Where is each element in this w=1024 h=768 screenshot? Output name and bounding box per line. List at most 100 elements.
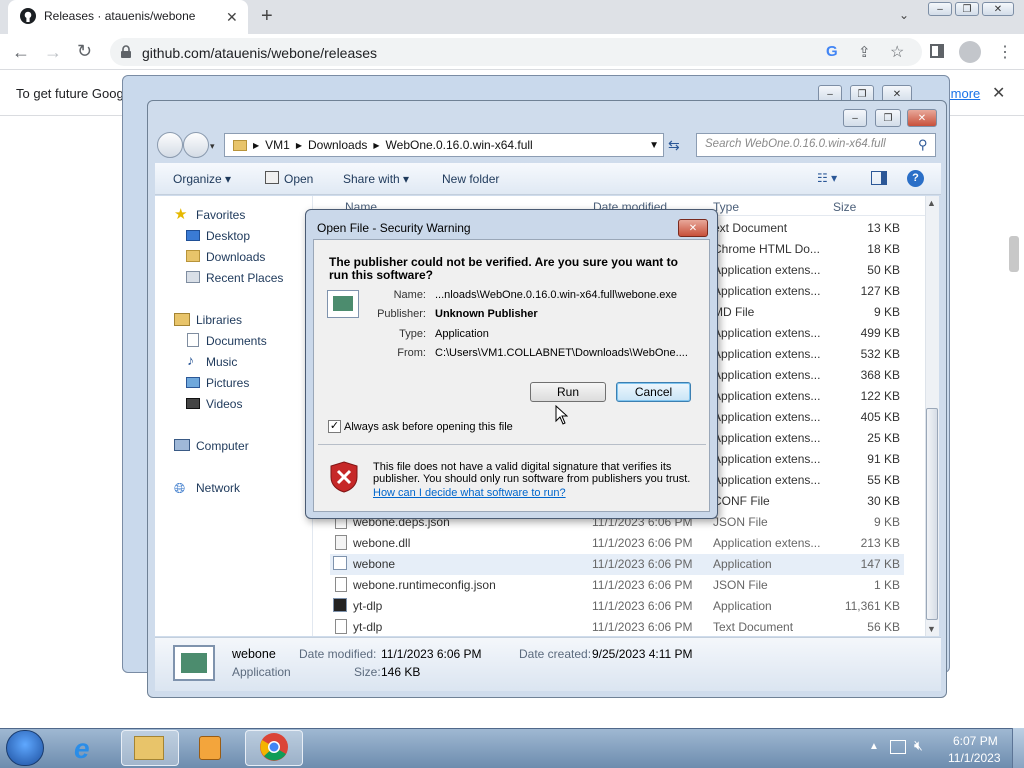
start-button-icon[interactable] (6, 730, 44, 766)
url-text[interactable]: github.com/atauenis/webone/releases (142, 45, 377, 61)
new-folder-button[interactable]: New folder (442, 172, 499, 186)
forward-icon[interactable]: → (44, 42, 62, 63)
side-panel-icon[interactable] (930, 44, 944, 58)
menu-kebab-icon[interactable]: ⋮ (997, 42, 1013, 62)
explorer-restore-icon[interactable]: ❐ (875, 109, 901, 127)
file-type: Application extens... (713, 431, 821, 445)
nav-recent-places[interactable]: Recent Places (206, 271, 283, 285)
explorer-forward-icon[interactable] (183, 132, 209, 158)
breadcrumb-downloads[interactable]: Downloads (308, 138, 367, 152)
reload-icon[interactable]: ↻ (77, 41, 92, 62)
file-size: 147 KB (860, 557, 900, 571)
file-date: 11/1/2023 6:06 PM (592, 599, 693, 613)
show-desktop-button[interactable] (1012, 728, 1024, 768)
explorer-back-icon[interactable] (157, 132, 183, 158)
warning-text: This file does not have a valid digital … (373, 461, 691, 485)
file-row[interactable]: yt-dlp 11/1/2023 6:06 PM Application 11,361… (330, 596, 904, 617)
file-size: 55 KB (867, 473, 900, 487)
restore-icon[interactable]: ❐ (955, 2, 979, 16)
file-type: Application extens... (713, 368, 821, 382)
file-size: 127 KB (860, 284, 900, 298)
file-size: 532 KB (860, 347, 900, 361)
file-row[interactable]: webone.runtimeconfig.json 11/1/2023 6:06 … (330, 575, 904, 596)
nav-documents[interactable]: Documents (206, 334, 267, 348)
breadcrumb-chevron-icon: ▶ (295, 140, 302, 150)
cancel-button[interactable]: Cancel (616, 382, 691, 402)
bookmark-star-icon[interactable]: ☆ (890, 42, 904, 62)
nav-libraries[interactable]: Libraries (196, 313, 242, 327)
file-row-selected[interactable]: webone 11/1/2023 6:06 PM Application 147 KB (330, 554, 904, 575)
help-link[interactable]: How can I decide what software to run? (373, 487, 566, 499)
nav-videos[interactable]: Videos (206, 397, 242, 411)
chrome-icon (259, 732, 289, 762)
breadcrumb-current-folder[interactable]: WebOne.0.16.0.win-x64.full (386, 138, 533, 152)
file-type: Application (713, 599, 772, 613)
help-icon[interactable]: ? (907, 170, 924, 187)
file-size: 18 KB (867, 242, 900, 256)
tab-close-icon[interactable]: ✕ (226, 9, 238, 26)
media-player-icon[interactable] (199, 736, 221, 760)
file-name: yt-dlp (353, 620, 383, 634)
close-icon[interactable]: ✕ (982, 2, 1014, 16)
file-name: webone.runtimeconfig.json (353, 578, 496, 592)
view-options-icon[interactable]: ☷ ▾ (817, 171, 837, 185)
preview-pane-icon[interactable] (871, 171, 887, 185)
volume-muted-icon[interactable]: 🔇︎ (914, 737, 923, 754)
share-icon[interactable]: ⇪ (858, 43, 871, 61)
nav-downloads[interactable]: Downloads (206, 250, 265, 264)
recent-pages-chevron-icon[interactable]: ▾ (210, 141, 215, 152)
file-size: 56 KB (867, 620, 900, 634)
scroll-up-icon[interactable]: ▲ (927, 198, 936, 208)
column-header-size[interactable]: Size (833, 200, 856, 214)
videos-icon (186, 398, 200, 409)
nav-network[interactable]: Network (196, 481, 240, 495)
internet-explorer-icon[interactable]: e (74, 733, 90, 765)
show-hidden-icons-icon[interactable]: ▲ (869, 741, 879, 752)
dialog-close-icon[interactable]: ✕ (678, 219, 708, 237)
organize-button[interactable]: Organize ▾ (173, 172, 231, 186)
profile-avatar[interactable] (959, 41, 981, 63)
back-icon[interactable]: ← (12, 42, 30, 63)
refresh-icon[interactable]: ⇆ (668, 137, 680, 154)
lock-icon[interactable] (120, 45, 132, 59)
computer-icon (174, 439, 190, 451)
scroll-down-icon[interactable]: ▼ (927, 624, 936, 634)
new-tab-icon[interactable]: + (261, 5, 273, 28)
file-row[interactable]: webone.dll 11/1/2023 6:06 PM Application e… (330, 533, 904, 554)
open-button[interactable]: Open (284, 172, 313, 186)
minimize-icon[interactable]: – (928, 2, 952, 16)
share-with-button[interactable]: Share with ▾ (343, 172, 409, 186)
nav-music[interactable]: Music (206, 355, 237, 369)
explorer-minimize-icon[interactable]: – (843, 109, 867, 127)
file-type: ext Document (713, 221, 788, 235)
file-row[interactable]: yt-dlp 11/1/2023 6:06 PM Text Document 56 K… (330, 617, 904, 638)
network-tray-icon[interactable] (890, 740, 906, 754)
name-value: ...nloads\WebOne.0.16.0.win-x64.full\web… (435, 289, 677, 301)
dialog-divider (318, 444, 706, 445)
file-type: Application (713, 557, 772, 571)
explorer-address-bar[interactable]: ▶ VM1 ▶ Downloads ▶ WebOne.0.16.0.win-x6… (224, 133, 664, 157)
nav-computer[interactable]: Computer (196, 439, 249, 453)
file-list-scrollbar-thumb[interactable] (926, 408, 938, 620)
file-size: 9 KB (873, 515, 900, 529)
breadcrumb-vm1[interactable]: VM1 (265, 138, 290, 152)
always-ask-label[interactable]: Always ask before opening this file (344, 421, 513, 433)
run-button[interactable]: Run (530, 382, 606, 402)
nav-favorites[interactable]: Favorites (196, 208, 245, 222)
google-lens-icon[interactable]: G (826, 43, 838, 60)
clock-time[interactable]: 6:07 PM (953, 734, 998, 748)
always-ask-checkbox[interactable]: ✓ (328, 420, 341, 433)
pictures-icon (186, 377, 200, 388)
file-size: 368 KB (860, 368, 900, 382)
clock-date[interactable]: 11/1/2023 (948, 751, 1001, 765)
search-icon[interactable]: ⚲ (918, 137, 928, 153)
page-scrollbar-thumb[interactable] (1009, 236, 1019, 272)
explorer-close-icon[interactable]: ✕ (907, 109, 937, 127)
file-type: Application extens... (713, 536, 821, 550)
nav-pictures[interactable]: Pictures (206, 376, 249, 390)
file-size: 13 KB (867, 221, 900, 235)
infobar-close-icon[interactable]: ✕ (992, 83, 1005, 103)
nav-desktop[interactable]: Desktop (206, 229, 250, 243)
address-dropdown-icon[interactable]: ▼ (649, 140, 659, 151)
tab-search-icon[interactable]: ⌄ (899, 8, 909, 22)
